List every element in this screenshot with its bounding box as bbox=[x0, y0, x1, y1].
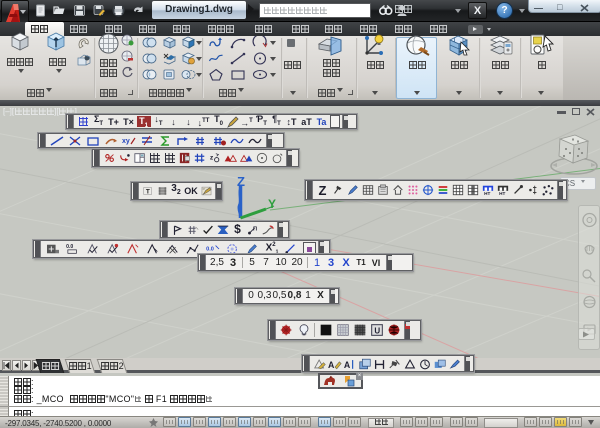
svg-text:0.0: 0.0 bbox=[66, 244, 73, 250]
svg-text:0.0: 0.0 bbox=[206, 247, 214, 253]
svg-text:Π: Π bbox=[253, 226, 257, 232]
svg-text:HT: HT bbox=[484, 191, 490, 196]
svg-text:A: A bbox=[343, 359, 350, 369]
svg-text:T: T bbox=[145, 188, 149, 195]
svg-text:A: A bbox=[328, 359, 335, 369]
svg-text:U: U bbox=[374, 327, 380, 336]
svg-text:xy: xy bbox=[122, 138, 130, 145]
svg-text:Y: Y bbox=[268, 197, 276, 211]
svg-text:HT: HT bbox=[499, 191, 505, 196]
svg-text:z: z bbox=[209, 155, 213, 162]
